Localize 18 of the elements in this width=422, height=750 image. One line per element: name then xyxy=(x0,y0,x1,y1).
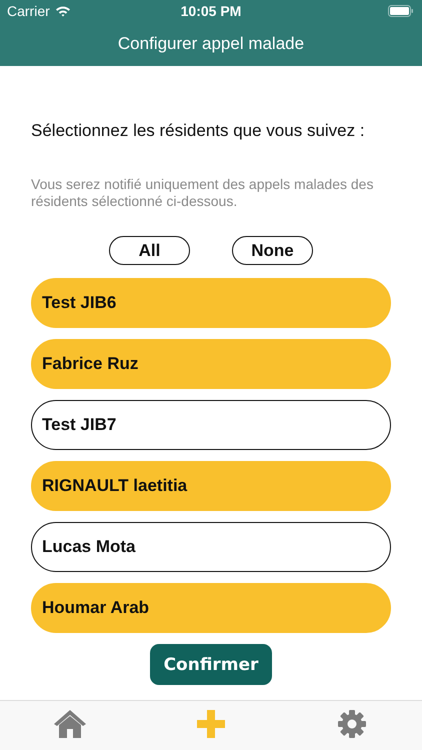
status-time: 10:05 PM xyxy=(180,3,242,19)
nav-title: Configurer appel malade xyxy=(118,34,304,54)
resident-item[interactable]: Lucas Mota xyxy=(31,522,391,572)
settings-icon[interactable] xyxy=(336,709,367,739)
resident-item[interactable]: Houmar Arab xyxy=(31,583,391,633)
resident-item[interactable]: RIGNAULT laetitia xyxy=(31,461,391,511)
resident-item[interactable]: Test JIB6 xyxy=(31,278,391,328)
resident-item[interactable]: Fabrice Ruz xyxy=(31,339,391,389)
wifi-icon xyxy=(54,5,71,17)
confirm-button[interactable]: Confirmer xyxy=(150,644,272,685)
select-button[interactable]: None xyxy=(232,236,313,265)
resident-item[interactable]: Test JIB7 xyxy=(31,400,391,450)
carrier-label: Carrier xyxy=(7,3,50,19)
select-button[interactable]: All xyxy=(109,236,190,265)
battery-icon xyxy=(388,5,413,17)
heading: Sélectionnez les résidents que vous suivez : xyxy=(31,121,366,141)
hint-text: Vous serez notifié uniquement des appels malades des résidents sélectionné ci-dessous. xyxy=(31,176,374,210)
home-icon[interactable] xyxy=(53,709,88,739)
